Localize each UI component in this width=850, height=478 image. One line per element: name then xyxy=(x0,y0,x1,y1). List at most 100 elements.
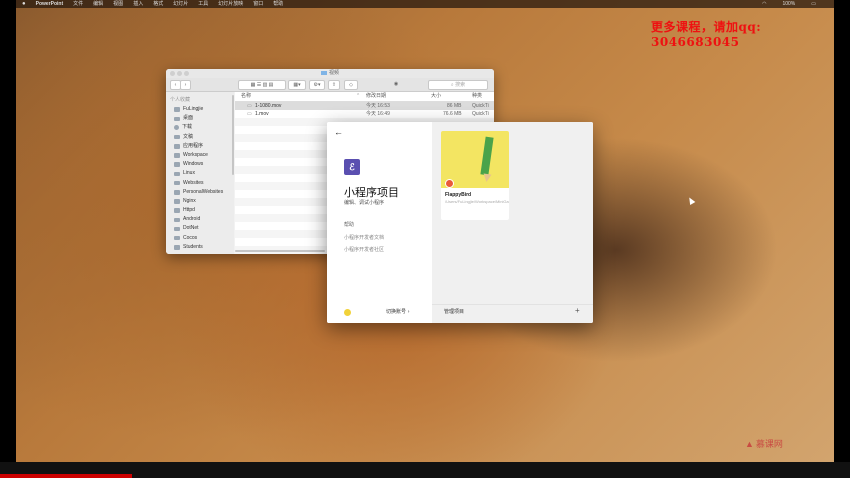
sidebar-item-websites[interactable]: Websites xyxy=(166,179,234,188)
folder-icon xyxy=(174,190,180,195)
finder-title: 视频 xyxy=(328,70,339,76)
sidebar-item-linux[interactable]: Linux xyxy=(166,169,234,178)
dev-community-link[interactable]: 小程序开发者社区 xyxy=(344,246,384,253)
project-card[interactable]: FlappyBird /Users/FuLingjie/Workspace/Mi… xyxy=(441,131,509,220)
switch-account-label: 切换账号 xyxy=(386,309,407,315)
menu-item-format[interactable]: 格式 xyxy=(153,0,163,8)
file-list-header: 名称 ⌃ 修改日期 大小 种类 xyxy=(235,92,494,102)
file-name: 1.mov xyxy=(255,111,269,117)
close-button[interactable] xyxy=(170,71,175,76)
add-project-button[interactable]: + xyxy=(575,306,580,315)
sidebar-item-dotnet[interactable]: DotNet xyxy=(166,224,234,233)
file-date: 今天 16:49 xyxy=(366,111,390,117)
column-date[interactable]: 修改日期 xyxy=(366,92,386,101)
menu-item-slideshow[interactable]: 幻灯片放映 xyxy=(218,0,243,8)
menu-item-help[interactable]: 帮助 xyxy=(273,0,283,8)
share-icon[interactable]: ⇧ xyxy=(328,80,340,90)
project-thumbnail xyxy=(441,131,509,188)
menu-item-window[interactable]: 窗口 xyxy=(253,0,263,8)
sidebar-item-workspace[interactable]: Workspace xyxy=(166,151,234,160)
view-mode-segment[interactable]: ▦ ☰ ▥ ▤ xyxy=(238,80,286,90)
sidebar-item-personalwebsites[interactable]: PersonalWebsites xyxy=(166,188,234,197)
folder-icon xyxy=(320,70,327,75)
pencil-icon xyxy=(480,136,494,176)
dialog-title: 小程序项目 xyxy=(344,186,399,199)
file-date: 今天 16:53 xyxy=(366,103,390,109)
folder-icon xyxy=(174,171,180,177)
menu-item-slides[interactable]: 幻灯片 xyxy=(173,0,188,8)
table-row[interactable]: ▭ 1-1080.mov 今天 16:53 86 MB QuickTi xyxy=(235,102,494,110)
folder-icon xyxy=(174,235,180,241)
folder-icon xyxy=(174,245,180,250)
menu-item-app[interactable]: PowerPoint xyxy=(36,0,64,8)
movie-file-icon: ▭ xyxy=(247,111,252,117)
column-size[interactable]: 大小 xyxy=(431,92,441,101)
sidebar-item-windows[interactable]: Windows xyxy=(166,160,234,169)
menu-item-view[interactable]: 视图 xyxy=(113,0,123,8)
forward-button[interactable]: › xyxy=(180,80,191,90)
column-name[interactable]: 名称 xyxy=(241,92,251,101)
brand-logo-text: 慕课网 xyxy=(755,439,783,449)
column-kind[interactable]: 种类 xyxy=(472,92,482,101)
manage-projects-button[interactable]: 管理项目 xyxy=(444,308,464,315)
sidebar-item-httpd[interactable]: Httpd xyxy=(166,206,234,215)
sidebar-item-applications[interactable]: 应用程序 xyxy=(166,142,234,151)
switch-account-button[interactable]: 切换账号 › xyxy=(386,308,410,315)
video-progress-bar[interactable] xyxy=(0,474,132,478)
sidebar-item-students[interactable]: Students xyxy=(166,243,234,252)
sort-chevron-icon: ⌃ xyxy=(356,93,361,99)
footer-divider xyxy=(432,304,593,305)
sidebar-item-documents[interactable]: 文稿 xyxy=(166,133,234,142)
bird-icon xyxy=(445,179,454,188)
action-gear-icon[interactable]: ⚙▾ xyxy=(309,80,325,90)
document-icon xyxy=(174,134,180,140)
search-input[interactable]: ⌕ 搜索 xyxy=(428,80,488,90)
minimize-button[interactable] xyxy=(177,71,182,76)
dialog-left-panel: ← ℰ 小程序项目 编辑、调试小程序 帮助 小程序开发者文档 小程序开发者社区 … xyxy=(327,122,433,323)
horizontal-scrollbar[interactable] xyxy=(235,250,325,252)
folder-icon xyxy=(174,208,180,213)
back-arrow-icon[interactable]: ← xyxy=(334,127,343,137)
sidebar-scrollbar[interactable] xyxy=(232,95,234,175)
sidebar-item-downloads[interactable]: 下载 xyxy=(166,123,234,132)
movie-file-icon: ▭ xyxy=(247,103,252,109)
dialog-right-panel: FlappyBird /Users/FuLingjie/Workspace/Mi… xyxy=(432,122,593,323)
weibo-icon[interactable]: ◉ xyxy=(391,80,401,88)
sidebar-section-favorites: 个人收藏 xyxy=(170,97,191,103)
help-heading: 帮助 xyxy=(344,222,355,228)
file-size: 76.6 MB xyxy=(443,111,462,117)
applications-icon xyxy=(174,144,180,149)
pencil-tip-icon xyxy=(482,173,492,183)
avatar[interactable] xyxy=(344,309,351,316)
dialog-subtitle: 编辑、调试小程序 xyxy=(344,200,385,206)
zoom-button[interactable] xyxy=(184,71,189,76)
folder-icon xyxy=(174,226,180,232)
menu-item-tools[interactable]: 工具 xyxy=(198,0,208,8)
finder-toolbar: ‹ › ▦ ☰ ▥ ▤ ▦▾ ⚙▾ ⇧ ◇ ◉ ⌕ 搜索 xyxy=(166,78,494,92)
group-menu-button[interactable]: ▦▾ xyxy=(288,80,306,90)
folder-icon xyxy=(174,153,180,158)
folder-icon xyxy=(174,180,180,186)
folder-icon xyxy=(174,217,180,223)
mini-program-icon: ℰ xyxy=(344,159,360,175)
chevron-right-icon: › xyxy=(407,309,410,315)
battery-label[interactable]: 100% xyxy=(782,0,795,8)
menu-item-edit[interactable]: 编辑 xyxy=(93,0,103,8)
dev-docs-link[interactable]: 小程序开发者文档 xyxy=(344,234,384,241)
sidebar-item-cocos[interactable]: Cocos xyxy=(166,234,234,243)
menu-item-insert[interactable]: 插入 xyxy=(133,0,143,8)
tag-icon[interactable]: ◇ xyxy=(344,80,358,90)
sidebar-item-android[interactable]: Android xyxy=(166,215,234,224)
folder-icon xyxy=(174,162,180,167)
menu-item-file[interactable]: 文件 xyxy=(73,0,83,8)
sidebar-item-nginx[interactable]: Nginx xyxy=(166,197,234,206)
watermark-text: 更多课程，请加qq: 3046683045 xyxy=(651,20,762,49)
wifi-icon[interactable]: ◠ xyxy=(762,0,766,8)
sidebar-item-desktop[interactable]: 桌面 xyxy=(166,114,234,123)
apple-icon[interactable]: ● xyxy=(22,0,26,8)
sidebar-item-home[interactable]: FuLingjie xyxy=(166,105,234,114)
folder-icon xyxy=(174,199,180,204)
battery-icon[interactable]: ▭ xyxy=(811,0,816,8)
download-icon xyxy=(174,125,179,131)
table-row[interactable]: ▭ 1.mov 今天 16:49 76.6 MB QuickTi xyxy=(235,110,494,118)
